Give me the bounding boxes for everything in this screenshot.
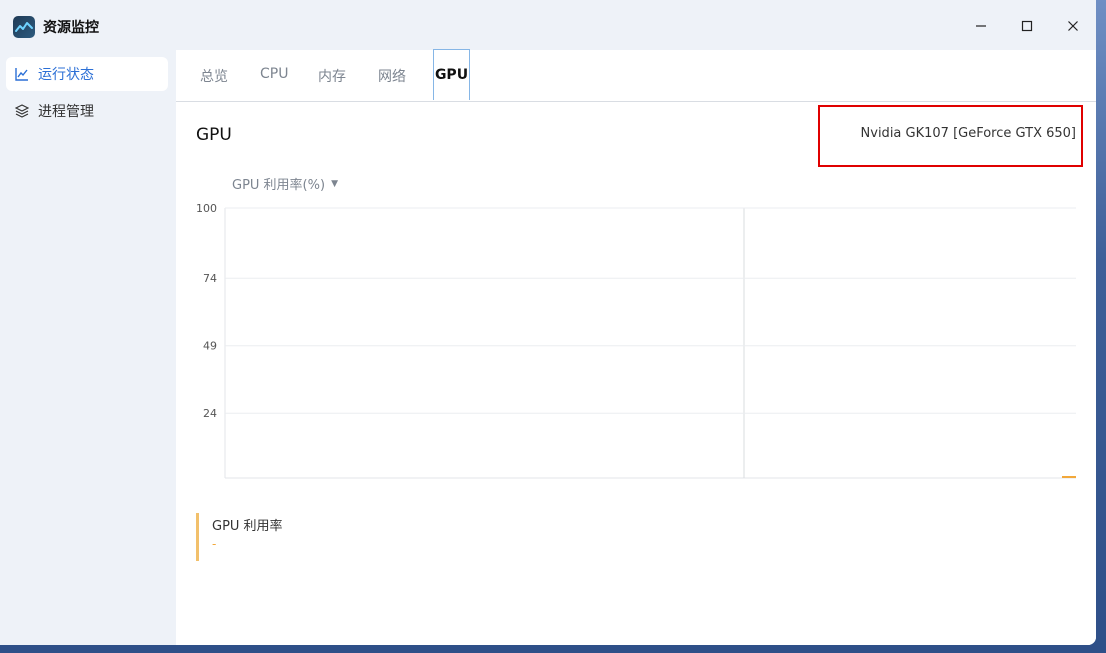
title-bar: 资源监控	[0, 0, 1096, 50]
tab-memory[interactable]: 内存	[318, 66, 346, 86]
app-window: 资源监控 运行状态 进程管理 总览 CPU 内存 网络 GPU GPU Nvid…	[0, 0, 1096, 645]
tab-overview[interactable]: 总览	[200, 66, 228, 86]
close-button[interactable]	[1061, 14, 1085, 38]
maximize-button[interactable]	[1015, 14, 1039, 38]
legend-label: GPU 利用率	[212, 519, 283, 534]
chevron-down-icon: ▼	[331, 178, 338, 189]
y-tick-label: 24	[203, 407, 217, 420]
close-icon	[1068, 21, 1078, 31]
tab-gpu[interactable]: GPU	[433, 49, 470, 100]
legend-marker	[196, 513, 207, 561]
sidebar-item-label: 进程管理	[38, 104, 94, 120]
y-tick-label: 100	[196, 202, 217, 215]
sidebar-item-label: 运行状态	[38, 67, 94, 83]
gpu-usage-chart: 100 74 49 24	[196, 202, 1076, 479]
layers-icon	[14, 103, 30, 119]
sidebar: 运行状态 进程管理	[0, 50, 176, 645]
main-panel: 总览 CPU 内存 网络 GPU GPU Nvidia GK107 [GeFor…	[176, 49, 1096, 645]
maximize-icon	[1021, 20, 1033, 32]
sidebar-item-process[interactable]: 进程管理	[6, 94, 168, 128]
page-title: GPU	[196, 125, 232, 145]
minimize-button[interactable]	[969, 14, 993, 38]
legend-value: -	[212, 537, 217, 551]
sidebar-item-status[interactable]: 运行状态	[6, 57, 168, 91]
window-title: 资源监控	[43, 20, 99, 36]
y-tick-label: 74	[203, 272, 217, 285]
tab-bar: 总览 CPU 内存 网络 GPU	[176, 49, 1096, 102]
minimize-icon	[976, 25, 986, 27]
tab-network[interactable]: 网络	[378, 66, 406, 86]
y-tick-label: 49	[203, 340, 217, 353]
line-chart-icon	[14, 66, 30, 82]
tab-cpu[interactable]: CPU	[260, 66, 288, 82]
highlight-box	[818, 105, 1083, 167]
app-logo-icon	[13, 16, 35, 38]
